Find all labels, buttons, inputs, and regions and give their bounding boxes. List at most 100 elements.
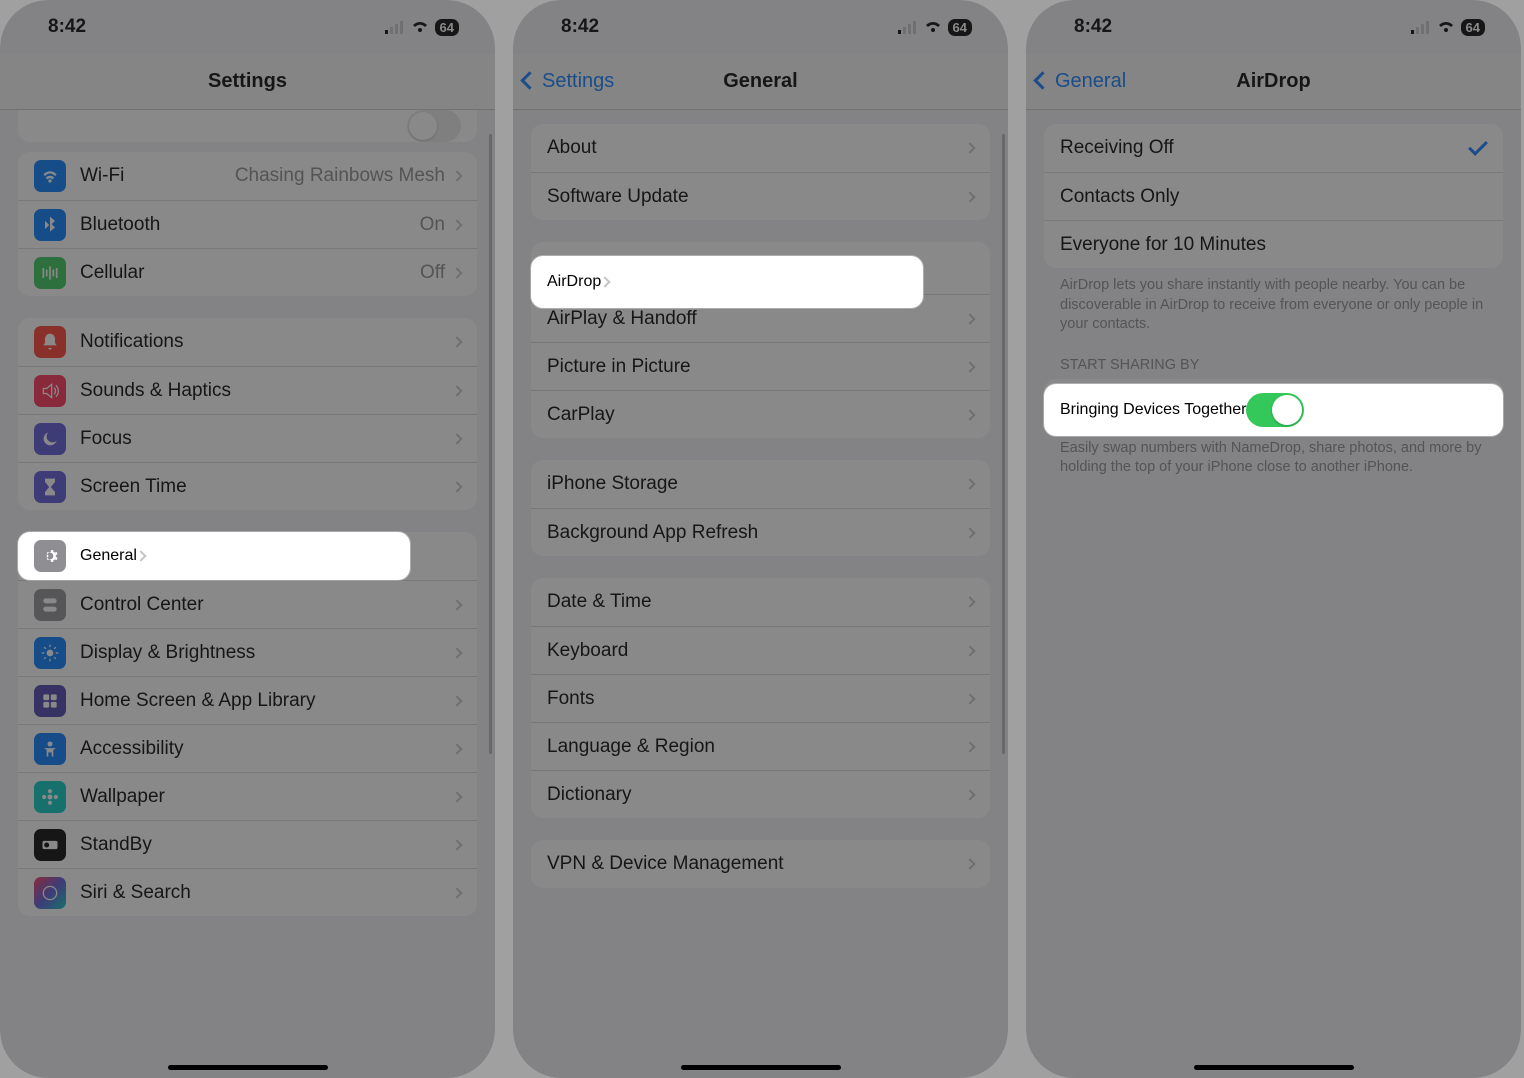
bluetooth-row[interactable]: Bluetooth On bbox=[18, 200, 477, 248]
sun-icon bbox=[34, 637, 66, 669]
accessibility-row[interactable]: Accessibility bbox=[18, 724, 477, 772]
screentime-row[interactable]: Screen Time bbox=[18, 462, 477, 510]
airdrop-screen: 8:42 64 General AirDrop Receiving Off Co… bbox=[1026, 0, 1521, 1078]
status-bar: 8:42 64 bbox=[513, 0, 1008, 54]
chevron-right-icon bbox=[964, 313, 975, 324]
chevron-right-icon bbox=[451, 839, 462, 850]
row-label: VPN & Device Management bbox=[547, 853, 966, 875]
display-row[interactable]: Display & Brightness bbox=[18, 628, 477, 676]
toggle[interactable] bbox=[407, 110, 461, 142]
scrollbar[interactable] bbox=[1002, 134, 1005, 754]
chevron-right-icon bbox=[964, 142, 975, 153]
home-screen-row[interactable]: Home Screen & App Library bbox=[18, 676, 477, 724]
notifications-row[interactable]: Notifications bbox=[18, 318, 477, 366]
standby-row[interactable]: StandBy bbox=[18, 820, 477, 868]
chevron-right-icon bbox=[451, 385, 462, 396]
row-label: Fonts bbox=[547, 688, 966, 710]
speaker-icon bbox=[34, 375, 66, 407]
scrollbar[interactable] bbox=[489, 134, 492, 754]
airdrop-content[interactable]: Receiving Off Contacts Only Everyone for… bbox=[1026, 110, 1521, 1078]
receiving-group: Receiving Off Contacts Only Everyone for… bbox=[1044, 124, 1503, 268]
bringing-devices-row-highlight[interactable]: Bringing Devices Together bbox=[1044, 384, 1503, 436]
chevron-right-icon bbox=[964, 596, 975, 607]
everyone-row[interactable]: Everyone for 10 Minutes bbox=[1044, 220, 1503, 268]
home-indicator[interactable] bbox=[168, 1065, 328, 1070]
storage-row[interactable]: iPhone Storage bbox=[531, 460, 990, 508]
row-label: Screen Time bbox=[80, 476, 453, 498]
row-value: Off bbox=[420, 262, 445, 284]
cellular-row[interactable]: Cellular Off bbox=[18, 248, 477, 296]
toggle-on[interactable] bbox=[1246, 393, 1304, 427]
person-icon bbox=[34, 733, 66, 765]
airdrop-row-highlight[interactable]: AirDrop bbox=[531, 256, 923, 308]
contacts-only-row[interactable]: Contacts Only bbox=[1044, 172, 1503, 220]
siri-row[interactable]: Siri & Search bbox=[18, 868, 477, 916]
settings-screen: 8:42 64 Settings Wi-Fi Chasing Rainbows … bbox=[0, 0, 495, 1078]
chevron-right-icon bbox=[451, 481, 462, 492]
row-label: Sounds & Haptics bbox=[80, 380, 453, 402]
row-label: Bluetooth bbox=[80, 214, 420, 236]
home-indicator[interactable] bbox=[681, 1065, 841, 1070]
row-value: Chasing Rainbows Mesh bbox=[235, 165, 445, 187]
row-label: iPhone Storage bbox=[547, 473, 966, 495]
about-group: About Software Update bbox=[531, 124, 990, 220]
bluetooth-icon bbox=[34, 209, 66, 241]
row-label: StandBy bbox=[80, 834, 453, 856]
chevron-right-icon bbox=[600, 276, 611, 287]
dictionary-row[interactable]: Dictionary bbox=[531, 770, 990, 818]
row-label: Keyboard bbox=[547, 640, 966, 662]
chevron-right-icon bbox=[964, 361, 975, 372]
row-label: Wi-Fi bbox=[80, 165, 235, 187]
home-indicator[interactable] bbox=[1194, 1065, 1354, 1070]
clock-icon bbox=[34, 829, 66, 861]
row-label: AirPlay & Handoff bbox=[547, 308, 966, 330]
sounds-row[interactable]: Sounds & Haptics bbox=[18, 366, 477, 414]
row-label: Cellular bbox=[80, 262, 420, 284]
general-row-highlight[interactable]: General bbox=[18, 532, 410, 580]
storage-group: iPhone Storage Background App Refresh bbox=[531, 460, 990, 556]
general-group: Control Center Display & Brightness Home… bbox=[18, 532, 477, 916]
row-label: Contacts Only bbox=[1060, 186, 1487, 208]
signal-icon bbox=[385, 20, 405, 34]
wifi-icon bbox=[1437, 20, 1455, 34]
chevron-right-icon bbox=[964, 191, 975, 202]
language-row[interactable]: Language & Region bbox=[531, 722, 990, 770]
vpn-row[interactable]: VPN & Device Management bbox=[531, 840, 990, 888]
connectivity-group: Wi-Fi Chasing Rainbows Mesh Bluetooth On… bbox=[18, 152, 477, 296]
chevron-right-icon bbox=[451, 267, 462, 278]
pip-row[interactable]: Picture in Picture bbox=[531, 342, 990, 390]
partial-toggle-row[interactable] bbox=[18, 110, 477, 142]
fonts-row[interactable]: Fonts bbox=[531, 674, 990, 722]
row-label: Display & Brightness bbox=[80, 642, 453, 664]
settings-content[interactable]: Wi-Fi Chasing Rainbows Mesh Bluetooth On… bbox=[0, 110, 495, 1078]
datetime-row[interactable]: Date & Time bbox=[531, 578, 990, 626]
carplay-row[interactable]: CarPlay bbox=[531, 390, 990, 438]
chevron-right-icon bbox=[964, 645, 975, 656]
chevron-right-icon bbox=[964, 858, 975, 869]
wifi-row[interactable]: Wi-Fi Chasing Rainbows Mesh bbox=[18, 152, 477, 200]
sharing-footer: Easily swap numbers with NameDrop, share… bbox=[1044, 431, 1503, 478]
page-title: Settings bbox=[208, 70, 287, 93]
row-label: Notifications bbox=[80, 331, 453, 353]
chevron-right-icon bbox=[451, 791, 462, 802]
control-center-row[interactable]: Control Center bbox=[18, 580, 477, 628]
row-label: Language & Region bbox=[547, 736, 966, 758]
bg-refresh-row[interactable]: Background App Refresh bbox=[531, 508, 990, 556]
back-label: General bbox=[1055, 70, 1126, 93]
receiving-off-row[interactable]: Receiving Off bbox=[1044, 124, 1503, 172]
battery-badge: 64 bbox=[1461, 19, 1485, 36]
keyboard-row[interactable]: Keyboard bbox=[531, 626, 990, 674]
back-button[interactable]: General bbox=[1036, 54, 1126, 109]
wallpaper-row[interactable]: Wallpaper bbox=[18, 772, 477, 820]
software-update-row[interactable]: Software Update bbox=[531, 172, 990, 220]
vpn-group: VPN & Device Management bbox=[531, 840, 990, 888]
cellular-icon bbox=[34, 257, 66, 289]
row-label: Dictionary bbox=[547, 784, 966, 806]
status-time: 8:42 bbox=[1074, 16, 1112, 38]
back-button[interactable]: Settings bbox=[523, 54, 614, 109]
wifi-icon bbox=[411, 20, 429, 34]
focus-row[interactable]: Focus bbox=[18, 414, 477, 462]
switches-icon bbox=[34, 589, 66, 621]
chevron-right-icon bbox=[451, 433, 462, 444]
about-row[interactable]: About bbox=[531, 124, 990, 172]
